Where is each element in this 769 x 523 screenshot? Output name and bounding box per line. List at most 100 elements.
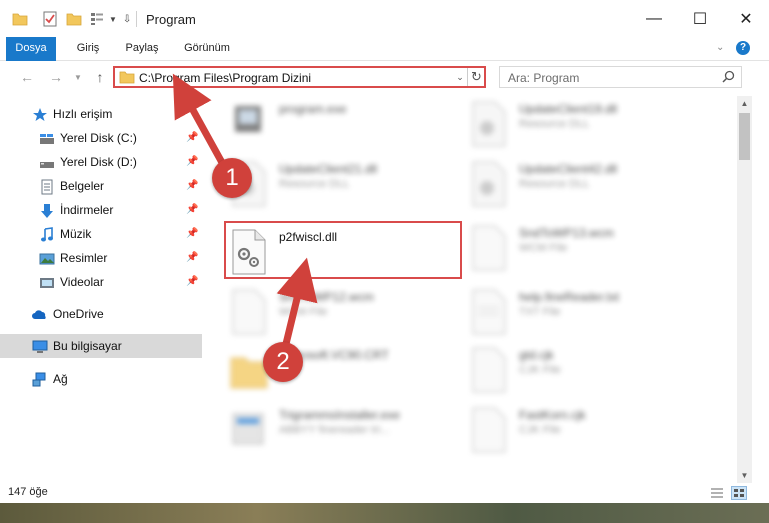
back-button[interactable]: ← bbox=[19, 69, 35, 85]
address-bar[interactable]: C:\Program Files\Program Dizini ⌄ ↻ bbox=[113, 66, 486, 88]
file-type: WCM File bbox=[519, 242, 568, 254]
file-item[interactable]: program.exe bbox=[229, 96, 469, 152]
file-item[interactable]: gtd.cjk CJK File bbox=[469, 342, 709, 398]
file-type: Resource DLL bbox=[519, 118, 590, 130]
sidebar-item-music[interactable]: Müzik 📌 bbox=[0, 222, 202, 246]
maximize-button[interactable]: ☐ bbox=[677, 0, 723, 37]
quick-access-toolbar: ▼ ⇩ bbox=[12, 10, 131, 28]
up-button[interactable]: ↑ bbox=[92, 69, 108, 85]
step-marker-1: 1 bbox=[212, 158, 252, 198]
file-item[interactable]: UpdateClient42.dll Resource DLL bbox=[469, 156, 709, 212]
search-icon bbox=[722, 70, 735, 83]
customize-toolbar-icon[interactable]: ⇩ bbox=[123, 14, 131, 25]
recent-locations-button[interactable]: ▼ bbox=[70, 69, 86, 85]
scroll-thumb[interactable] bbox=[739, 113, 750, 160]
ribbon-expand-icon[interactable]: ⌄ bbox=[716, 42, 724, 53]
pin-icon: 📌 bbox=[186, 180, 199, 191]
vertical-scrollbar[interactable]: ▲ ▼ bbox=[737, 96, 752, 483]
pin-icon: 📌 bbox=[186, 276, 199, 287]
view-options-icon[interactable] bbox=[90, 12, 108, 26]
sidebar-item-label: İndirmeler bbox=[60, 203, 114, 217]
search-box[interactable]: Ara: Program bbox=[499, 66, 742, 88]
step-marker-2: 2 bbox=[263, 342, 303, 382]
tab-share[interactable]: Paylaş bbox=[118, 37, 166, 60]
file-name: UpdateClient21.dll bbox=[279, 162, 378, 176]
folder-icon[interactable] bbox=[12, 12, 28, 26]
sidebar-item-label: Yerel Disk (C:) bbox=[60, 131, 137, 145]
file-name: SndToWP12.wcm bbox=[279, 290, 374, 304]
sidebar-item-quick-access[interactable]: Hızlı erişim bbox=[0, 102, 202, 126]
cloud-icon bbox=[32, 307, 48, 323]
pin-icon: 📌 bbox=[186, 156, 199, 167]
sidebar-item-onedrive[interactable]: OneDrive bbox=[0, 302, 202, 326]
properties-icon[interactable] bbox=[42, 11, 58, 27]
refresh-button[interactable]: ↻ bbox=[467, 68, 485, 86]
file-name: gtd.cjk bbox=[519, 348, 554, 362]
text-file-icon bbox=[472, 289, 506, 335]
new-folder-icon[interactable] bbox=[66, 12, 82, 26]
large-icons-view-icon[interactable] bbox=[731, 486, 747, 500]
forward-button[interactable]: → bbox=[48, 69, 64, 85]
pin-icon: 📌 bbox=[186, 228, 199, 239]
folder-icon bbox=[230, 357, 268, 389]
sidebar-item-label: Hızlı erişim bbox=[53, 107, 113, 121]
sidebar-item-label: Bu bilgisayar bbox=[53, 339, 122, 353]
videos-icon bbox=[39, 275, 55, 291]
pictures-icon bbox=[39, 251, 55, 267]
sidebar-item-this-pc[interactable]: Bu bilgisayar bbox=[0, 334, 202, 358]
drive-icon bbox=[39, 155, 55, 171]
help-icon[interactable]: ? bbox=[736, 41, 750, 55]
minimize-button[interactable]: — bbox=[631, 0, 677, 37]
title-separator bbox=[136, 11, 137, 27]
file-item[interactable]: UpdateClient21.dll Resource DLL bbox=[229, 156, 469, 212]
sidebar-item-label: OneDrive bbox=[53, 307, 104, 321]
chevron-down-icon[interactable]: ▼ bbox=[109, 15, 117, 24]
download-icon bbox=[39, 203, 55, 219]
file-item[interactable]: help.fineReader.txt TXT File bbox=[469, 284, 709, 340]
sidebar-item-network[interactable]: Ağ bbox=[0, 367, 202, 391]
sidebar-item-downloads[interactable]: İndirmeler 📌 bbox=[0, 198, 202, 222]
pin-icon: 📌 bbox=[186, 204, 199, 215]
file-item[interactable]: UpdateClient19.dll Resource DLL bbox=[469, 96, 709, 152]
pin-icon: 📌 bbox=[186, 252, 199, 263]
sidebar-item-label: Müzik bbox=[60, 227, 92, 241]
search-input[interactable]: Ara: Program bbox=[508, 71, 579, 85]
file-name: SndToWP13.wcm bbox=[519, 226, 614, 240]
sidebar-item-disk-c[interactable]: Yerel Disk (C:) 📌 bbox=[0, 126, 202, 150]
folder-icon bbox=[119, 71, 135, 84]
scroll-up-button[interactable]: ▲ bbox=[737, 96, 752, 111]
file-name: UpdateClient19.dll bbox=[519, 102, 618, 116]
ribbon-tabs: Dosya Giriş Paylaş Görünüm ⌄ ? bbox=[0, 37, 769, 93]
dll-file-icon bbox=[472, 161, 506, 207]
file-item[interactable]: FastKorn.cjk CJK File bbox=[469, 402, 709, 458]
sidebar-item-disk-d[interactable]: Yerel Disk (D:) 📌 bbox=[0, 150, 202, 174]
computer-icon bbox=[32, 339, 48, 355]
sidebar-item-label: Resimler bbox=[60, 251, 108, 265]
drive-icon bbox=[39, 131, 55, 147]
file-name: FastKorn.cjk bbox=[519, 408, 586, 422]
scroll-down-button[interactable]: ▼ bbox=[737, 468, 752, 483]
file-type: CJK File bbox=[519, 364, 561, 376]
exe-file-icon bbox=[235, 106, 261, 132]
sidebar-item-pictures[interactable]: Resimler 📌 bbox=[0, 246, 202, 270]
file-item[interactable]: SndToWP13.wcm WCM File bbox=[469, 220, 709, 276]
title-bar: ▼ ⇩ Program — ☐ ✕ bbox=[0, 0, 769, 37]
tab-home[interactable]: Giriş bbox=[64, 37, 112, 60]
generic-file-icon bbox=[232, 289, 266, 335]
music-icon bbox=[39, 227, 55, 243]
sidebar-item-documents[interactable]: Belgeler 📌 bbox=[0, 174, 202, 198]
address-dropdown-button[interactable]: ⌄ bbox=[453, 70, 467, 84]
sidebar-item-videos[interactable]: Videolar 📌 bbox=[0, 270, 202, 294]
selected-file-highlight bbox=[224, 221, 462, 279]
file-item[interactable]: TrigrammsInstaller.exe ABBYY finereader … bbox=[229, 402, 469, 458]
file-name: program.exe bbox=[279, 102, 347, 116]
file-type: Resource DLL bbox=[519, 178, 590, 190]
close-button[interactable]: ✕ bbox=[723, 0, 769, 37]
file-name: help.fineReader.txt bbox=[519, 290, 620, 304]
file-name: TrigrammsInstaller.exe bbox=[279, 408, 400, 422]
address-path[interactable]: C:\Program Files\Program Dizini bbox=[139, 71, 311, 85]
tab-view[interactable]: Görünüm bbox=[176, 37, 238, 60]
details-view-icon[interactable] bbox=[710, 487, 724, 499]
file-item[interactable]: SndToWP12.wcm WCM File bbox=[229, 284, 469, 340]
dll-file-icon bbox=[472, 101, 506, 147]
